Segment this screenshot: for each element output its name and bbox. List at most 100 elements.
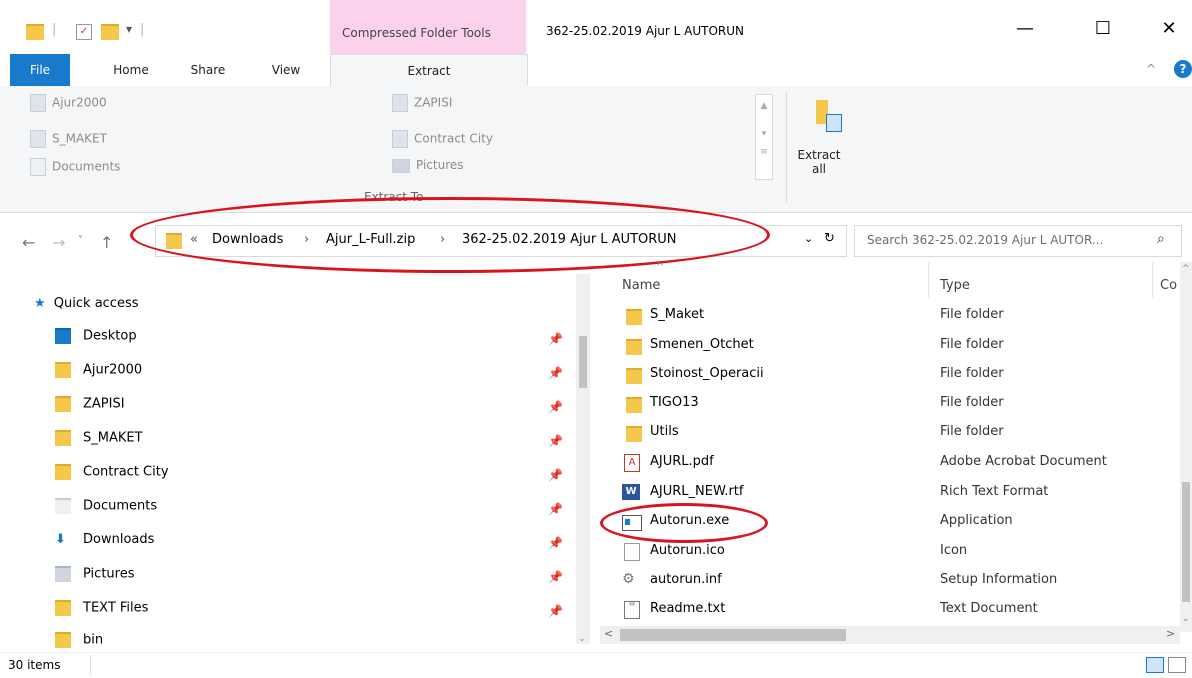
quick-access-item[interactable]: ★ Quick access — [34, 296, 139, 311]
column-header-name[interactable]: Name — [622, 278, 660, 293]
file-name: autorun.inf — [650, 572, 722, 587]
new-folder-icon[interactable] — [101, 24, 119, 40]
close-button[interactable]: ✕ — [1146, 14, 1192, 44]
tab-home[interactable]: Home — [96, 54, 166, 86]
scroll-up-icon[interactable]: ^ — [1182, 264, 1190, 274]
destination-label: ZAPISI — [414, 95, 453, 110]
maximize-button[interactable]: ☐ — [1080, 14, 1126, 44]
pin-icon[interactable]: 📌 — [548, 400, 563, 414]
pin-icon[interactable]: 📌 — [548, 570, 563, 584]
folder-icon — [55, 396, 71, 412]
column-divider[interactable] — [928, 262, 929, 298]
table-row[interactable]: A AJURL.pdf Adobe Acrobat Document — [600, 450, 1180, 476]
table-row[interactable]: TIGO13 File folder — [600, 391, 1180, 417]
table-row[interactable]: Smenen_Otchet File folder — [600, 333, 1180, 359]
nav-item-pictures[interactable]: Pictures — [55, 566, 134, 582]
zip-folder-icon[interactable] — [808, 98, 842, 132]
column-header-type[interactable]: Type — [940, 278, 970, 293]
properties-icon[interactable]: ✓ — [76, 24, 92, 40]
destination-label: Pictures — [416, 158, 464, 172]
nav-item-documents[interactable]: Documents — [55, 498, 157, 514]
minimize-button[interactable]: — — [1002, 14, 1048, 44]
file-name: Utils — [650, 424, 679, 439]
back-button[interactable]: ← — [22, 233, 35, 252]
destination-label: S_MAKET — [52, 131, 107, 146]
collapse-ribbon-icon[interactable]: ^ — [1146, 62, 1156, 76]
tab-share[interactable]: Share — [178, 54, 238, 86]
help-icon[interactable]: ? — [1174, 60, 1192, 78]
pictures-icon — [55, 566, 71, 582]
column-divider[interactable] — [1152, 262, 1153, 298]
destination-item[interactable]: S_MAKET — [30, 130, 107, 148]
recent-locations-icon[interactable]: ˅ — [78, 235, 83, 246]
nav-item-text-files[interactable]: TEXT Files — [55, 600, 148, 616]
folder-icon — [626, 426, 642, 442]
nav-item-contract-city[interactable]: Contract City — [55, 464, 169, 480]
pin-icon[interactable]: 📌 — [548, 468, 563, 482]
search-icon[interactable]: ⌕ — [1157, 231, 1165, 247]
tab-view[interactable]: View — [256, 54, 316, 86]
pin-icon[interactable]: 📌 — [548, 332, 563, 346]
destination-item[interactable]: Contract City — [392, 130, 493, 148]
nav-item-ajur2000[interactable]: Ajur2000 — [55, 362, 142, 378]
folder-icon — [626, 368, 642, 384]
table-row[interactable]: Utils File folder — [600, 420, 1180, 446]
file-name: Stoinost_Operacii — [650, 366, 764, 381]
search-input[interactable]: Search 362-25.02.2019 Ajur L AUTOR... — [867, 233, 1103, 247]
documents-icon — [30, 158, 46, 176]
scroll-thumb[interactable] — [579, 336, 587, 388]
desktop-icon — [55, 328, 71, 344]
qat-dropdown-icon[interactable]: ▾ — [126, 22, 132, 36]
scroll-down-icon[interactable]: ⌄ — [1182, 614, 1190, 624]
large-icons-view-icon[interactable] — [1168, 657, 1186, 673]
table-row[interactable]: Stoinost_Operacii File folder — [600, 362, 1180, 388]
table-row[interactable]: ⚙ autorun.inf Setup Information — [600, 568, 1180, 594]
scroll-thumb[interactable] — [620, 629, 846, 641]
item-count: 30 items — [8, 658, 61, 672]
icon-file-icon — [624, 543, 640, 561]
destination-item[interactable]: Ajur2000 — [30, 94, 107, 112]
file-name: Autorun.ico — [650, 543, 725, 558]
gallery-scrollbar[interactable]: ▲ ▾ ≡ — [755, 94, 773, 180]
nav-scrollbar[interactable]: ⌄ — [576, 274, 590, 644]
scroll-down-icon[interactable]: ⌄ — [578, 634, 586, 644]
settings-file-icon: ⚙ — [622, 571, 635, 587]
pin-icon[interactable]: 📌 — [548, 536, 563, 550]
tab-file[interactable]: File — [10, 54, 70, 86]
documents-icon — [55, 498, 71, 514]
scroll-right-icon[interactable]: > — [1166, 627, 1175, 640]
file-list-vscrollbar[interactable]: ^ ⌄ — [1180, 262, 1192, 632]
nav-item-downloads[interactable]: ⬇ Downloads — [55, 532, 154, 547]
nav-item-bin[interactable]: bin — [55, 632, 103, 648]
pin-icon[interactable]: 📌 — [548, 366, 563, 380]
pin-icon[interactable]: 📌 — [548, 502, 563, 516]
refresh-icon[interactable]: ↻ — [824, 231, 835, 246]
destination-item[interactable]: Documents — [30, 158, 120, 176]
nav-item-zapisi[interactable]: ZAPISI — [55, 396, 125, 412]
scroll-left-icon[interactable]: < — [604, 627, 613, 640]
pictures-icon — [392, 158, 410, 173]
pin-icon[interactable]: 📌 — [548, 604, 563, 618]
nav-item-desktop[interactable]: Desktop — [55, 328, 137, 344]
pin-icon[interactable]: 📌 — [548, 434, 563, 448]
tab-extract[interactable]: Extract — [330, 54, 528, 87]
nav-label: Documents — [83, 498, 158, 514]
table-row[interactable]: S_Maket File folder — [600, 303, 1180, 329]
destination-item[interactable]: ZAPISI — [392, 94, 452, 112]
search-box[interactable]: Search 362-25.02.2019 Ajur L AUTOR... ⌕ — [854, 225, 1182, 257]
file-list-hscrollbar[interactable]: < > — [600, 626, 1180, 644]
column-header-compressed[interactable]: Co — [1160, 278, 1177, 293]
extract-all-button[interactable]: Extract all — [794, 148, 844, 176]
nav-item-s-maket[interactable]: S_MAKET — [55, 430, 143, 446]
up-button[interactable]: ↑ — [100, 233, 113, 252]
forward-button[interactable]: → — [52, 233, 65, 252]
address-dropdown-icon[interactable]: ⌄ — [804, 232, 813, 245]
table-row[interactable]: ≡ Readme.txt Text Document — [600, 597, 1180, 623]
context-header-label: Compressed Folder Tools — [342, 26, 491, 40]
details-view-icon[interactable] — [1146, 657, 1164, 673]
destination-item[interactable]: Pictures — [392, 158, 464, 173]
folder-icon — [30, 130, 46, 148]
file-name: AJURL_NEW.rtf — [650, 484, 744, 499]
scroll-thumb[interactable] — [1182, 482, 1190, 602]
status-bar: 30 items — [0, 652, 1192, 678]
